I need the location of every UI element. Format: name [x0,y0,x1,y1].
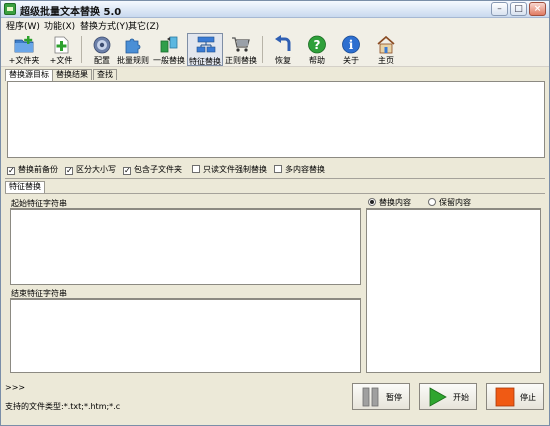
close-button[interactable]: × [529,2,546,16]
tab-feature-replace[interactable]: 特征替换 [5,181,45,193]
backup-checkbox[interactable]: ✓ 替换前备份 [7,164,58,175]
play-icon [429,387,447,407]
end-string-input[interactable] [10,298,361,373]
svg-text:i: i [349,38,354,52]
multi-content-label: 多内容替换 [285,165,325,174]
toolbar-label: 关于 [343,56,359,65]
help-icon: ? [308,35,326,54]
menu-other[interactable]: 其它(Z) [128,19,159,32]
stop-icon [495,387,515,407]
case-sensitive-checkbox[interactable]: ✓ 区分大小写 [65,164,116,175]
main-window: 超级批量文本替换 5.0 – □ × 程序(W) 功能(X) 替换方式(Y) 其… [0,0,550,426]
info-icon: i [342,35,360,54]
add-file-button[interactable]: +文件 [43,33,79,66]
toolbar-label: 一般替换 [153,56,185,65]
replace-icon [160,36,178,53]
menu-program[interactable]: 程序(W) [6,19,40,32]
checkbox-box [192,165,200,173]
feature-tabs: 特征替换 [5,181,545,193]
toolbar-label: +文件夹 [8,56,40,65]
homepage-button[interactable]: 主页 [368,33,404,66]
restore-icon [275,35,291,51]
help-button[interactable]: ? 帮助 [299,33,335,66]
title-bar: 超级批量文本替换 5.0 – □ × [1,1,549,18]
about-button[interactable]: i 关于 [333,33,369,66]
pause-label: 暂停 [386,393,402,402]
toolbar-label: +文件 [49,56,73,65]
regex-replace-button[interactable]: 正则替换 [223,33,259,66]
svg-text:?: ? [314,38,321,52]
replace-content-radio[interactable]: 替换内容 [368,197,411,208]
multi-content-checkbox[interactable]: 多内容替换 [274,164,325,175]
keep-content-radio[interactable]: 保留内容 [428,197,471,208]
file-add-icon [54,36,69,54]
toolbar-label: 特征替换 [189,57,221,66]
pause-icon [362,387,379,407]
radio-dot [368,198,376,206]
cart-icon [232,37,250,52]
keep-content-label: 保留内容 [439,198,471,207]
options-row: ✓ 替换前备份 ✓ 区分大小写 ✓ 包含子文件夹 只读文件强制替换 多内容替换 [7,163,547,177]
feature-replace-button[interactable]: 特征替换 [187,33,223,66]
menu-function[interactable]: 功能(X) [44,19,75,32]
readonly-force-label: 只读文件强制替换 [203,165,267,174]
checkbox-box: ✓ [123,166,131,175]
start-button[interactable]: 开始 [419,383,477,410]
file-type-status: 支持的文件类型:*.txt;*.htm;*.c [5,402,121,411]
radio-dot [428,198,436,206]
include-subfolders-label: 包含子文件夹 [134,165,182,174]
checkbox-box [274,165,282,173]
menu-replace-mode[interactable]: 替换方式(Y) [80,19,129,32]
case-sensitive-label: 区分大小写 [76,165,116,174]
minimize-button[interactable]: – [491,2,508,16]
batch-rules-button[interactable]: 批量规则 [115,33,151,66]
backup-label: 替换前备份 [18,165,58,174]
folder-add-icon [14,36,34,53]
home-icon [377,35,395,54]
divider [5,193,545,194]
tab-replace-result[interactable]: 替换结果 [52,69,92,80]
include-subfolders-checkbox[interactable]: ✓ 包含子文件夹 [123,164,182,175]
app-icon [4,3,16,15]
replace-content-input[interactable] [366,208,541,373]
checkbox-box: ✓ [7,166,15,175]
start-label: 开始 [453,393,469,402]
menu-bar: 程序(W) 功能(X) 替换方式(Y) 其它(Z) [1,18,549,32]
stop-label: 停止 [520,393,536,402]
maximize-button[interactable]: □ [510,2,527,16]
toolbar-label: 批量规则 [117,56,149,65]
feature-replace-icon [196,36,216,53]
normal-replace-button[interactable]: 一般替换 [151,33,187,66]
source-target-list[interactable] [7,81,545,158]
stop-button[interactable]: 停止 [486,383,544,410]
pause-button[interactable]: 暂停 [352,383,410,410]
start-string-input[interactable] [10,208,361,285]
log-prompt: >>> [5,383,26,392]
divider [5,178,545,179]
settings-icon [93,36,111,54]
tab-search[interactable]: 查找 [93,69,117,80]
source-tabs: 替换源目标 替换结果 查找 [5,69,545,81]
checkbox-box: ✓ [65,166,73,175]
toolbar-label: 正则替换 [225,56,257,65]
replace-content-label: 替换内容 [379,198,411,207]
add-folder-button[interactable]: +文件夹 [6,33,42,66]
tab-source-target[interactable]: 替换源目标 [5,69,53,81]
window-title: 超级批量文本替换 5.0 [20,7,122,18]
toolbar: +文件夹 +文件 配置 批量规则 一般替换 特征替换 正则替换 恢复 ? 帮助 … [1,32,549,67]
readonly-force-checkbox[interactable]: 只读文件强制替换 [192,164,267,175]
restore-button[interactable]: 恢复 [265,33,301,66]
toolbar-label: 主页 [378,56,394,65]
puzzle-icon [125,38,141,54]
